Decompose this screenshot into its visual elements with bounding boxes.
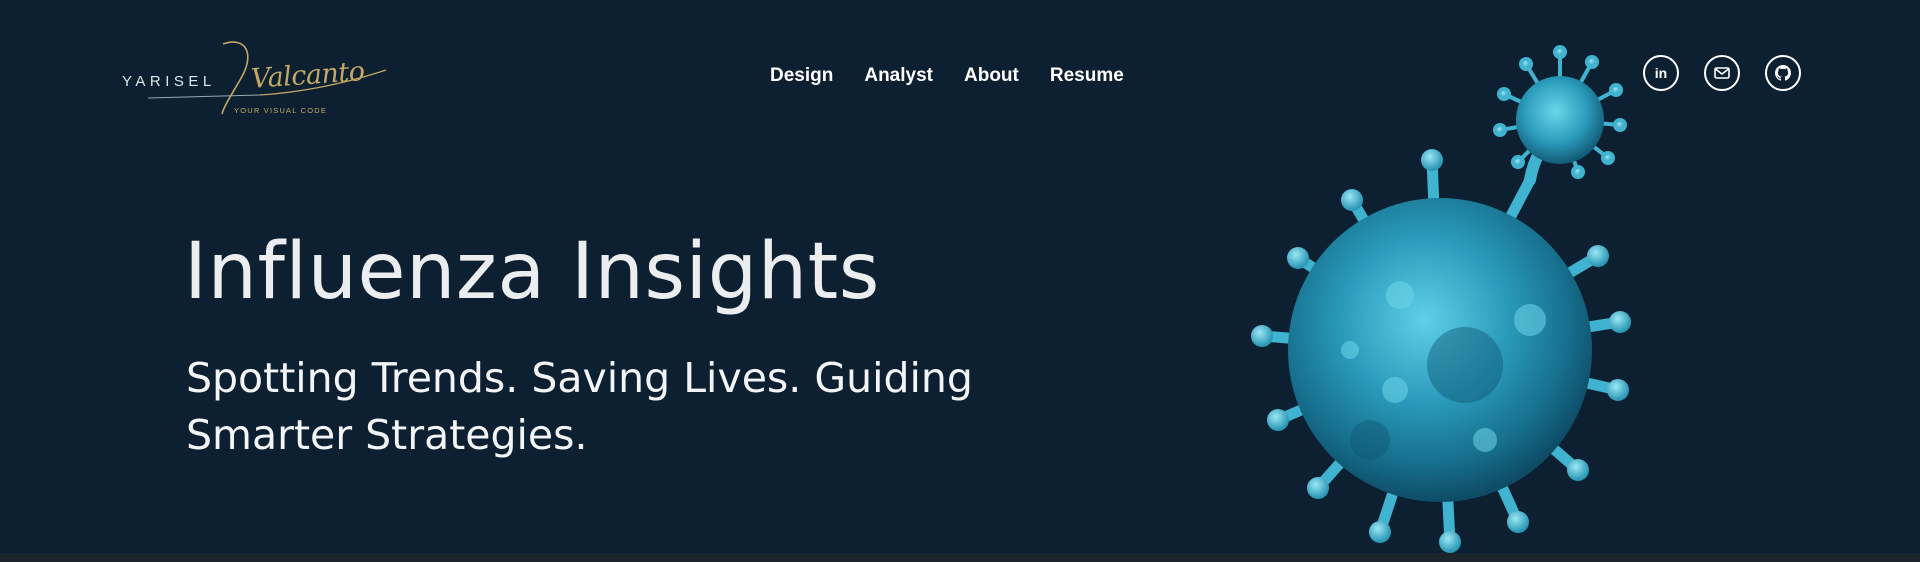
logo-first-name: YARISEL — [122, 73, 216, 90]
hero-title: Influenza Insights — [184, 227, 880, 317]
github-icon — [1775, 65, 1791, 81]
nav-about[interactable]: About — [964, 65, 1019, 87]
nav-design[interactable]: Design — [770, 65, 833, 87]
linkedin-icon: in — [1654, 65, 1668, 81]
virus-illustration — [1251, 45, 1631, 553]
site-logo[interactable]: YARISEL Valcanto YOUR VISUAL CODE — [118, 36, 388, 126]
mail-icon — [1714, 67, 1730, 79]
github-button[interactable] — [1765, 55, 1801, 91]
hero-banner: YARISEL Valcanto YOUR VISUAL CODE Design… — [0, 0, 1920, 562]
main-nav: Design Analyst About Resume — [770, 64, 1124, 88]
social-links: in — [1643, 55, 1801, 91]
bottom-divider — [0, 553, 1920, 562]
hero-subtitle: Spotting Trends. Saving Lives. Guiding S… — [186, 354, 973, 459]
linkedin-button[interactable]: in — [1643, 55, 1679, 91]
nav-resume[interactable]: Resume — [1050, 65, 1124, 87]
nav-analyst[interactable]: Analyst — [864, 65, 933, 87]
logo-tagline: YOUR VISUAL CODE — [234, 106, 328, 115]
email-button[interactable] — [1704, 55, 1740, 91]
